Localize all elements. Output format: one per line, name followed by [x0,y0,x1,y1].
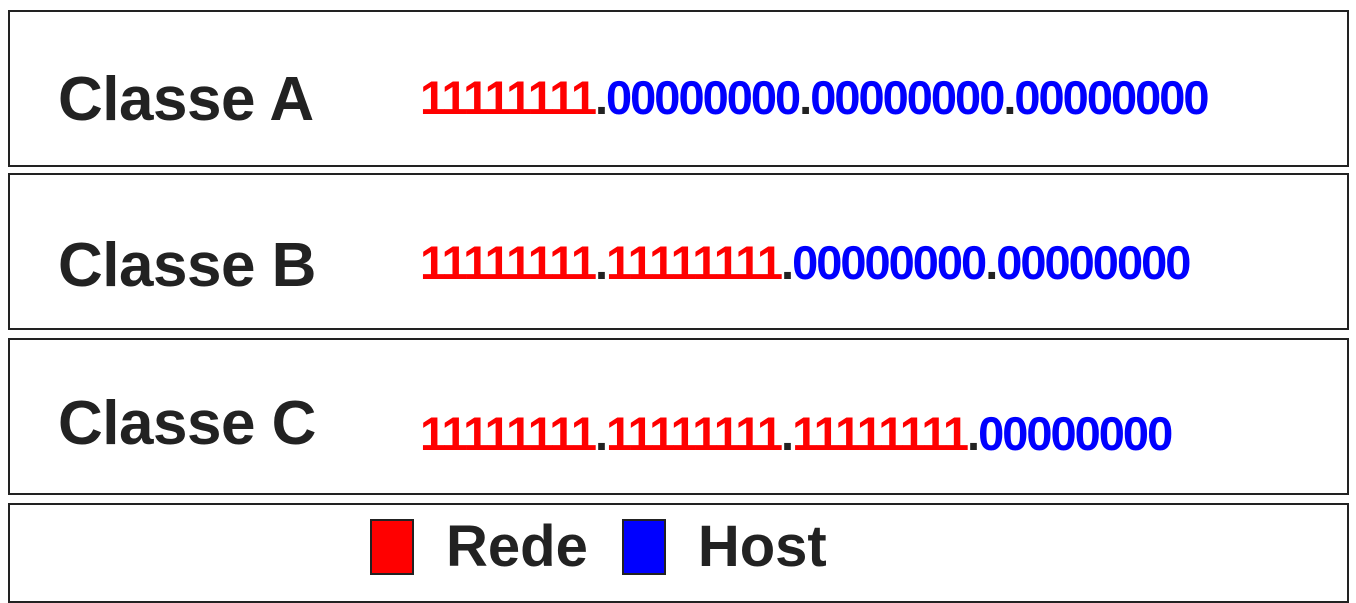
octet-separator: . [1003,71,1016,124]
octet-separator: . [781,407,794,460]
octet: 11111111 [420,236,597,289]
rede-color-swatch [370,519,414,575]
octet-separator: . [594,236,608,289]
octet-separator: . [985,236,998,289]
octet-separator: . [967,407,980,460]
octet: 00000000 [810,71,1005,124]
octet-separator: . [594,407,608,460]
octet: 00000000 [606,71,801,124]
class-a-mask: 11111111.00000000.00000000.00000000 [420,70,1210,125]
octet: 11111111 [420,407,597,460]
class-b-mask: 11111111.11111111.00000000.00000000 [420,235,1191,290]
octet-separator: . [594,71,608,124]
class-c-row: Classe C 11111111.11111111.11111111.0000… [8,338,1349,495]
octet: 00000000 [978,407,1173,460]
class-a-row: Classe A 11111111.00000000.00000000.0000… [8,10,1349,167]
class-c-mask: 11111111.11111111.11111111.00000000 [420,406,1173,461]
octet: 00000000 [996,236,1191,289]
legend: Rede Host [8,503,1349,603]
octet: 00000000 [1014,71,1209,124]
octet-separator: . [799,71,812,124]
octet: 11111111 [420,71,597,124]
octet: 11111111 [606,236,783,289]
octet: 00000000 [792,236,987,289]
octet-separator: . [781,236,794,289]
host-color-swatch [621,519,666,575]
octet: 11111111 [792,407,969,460]
class-c-label: Classe C [58,389,316,458]
class-b-row: Classe B 11111111.11111111.00000000.0000… [8,173,1349,330]
legend-rede-label: Rede [446,514,588,579]
octet: 11111111 [606,407,783,460]
class-a-label: Classe A [58,65,314,134]
class-b-label: Classe B [58,231,316,300]
legend-items: Rede Host [370,517,861,577]
legend-host-label: Host [697,514,827,579]
